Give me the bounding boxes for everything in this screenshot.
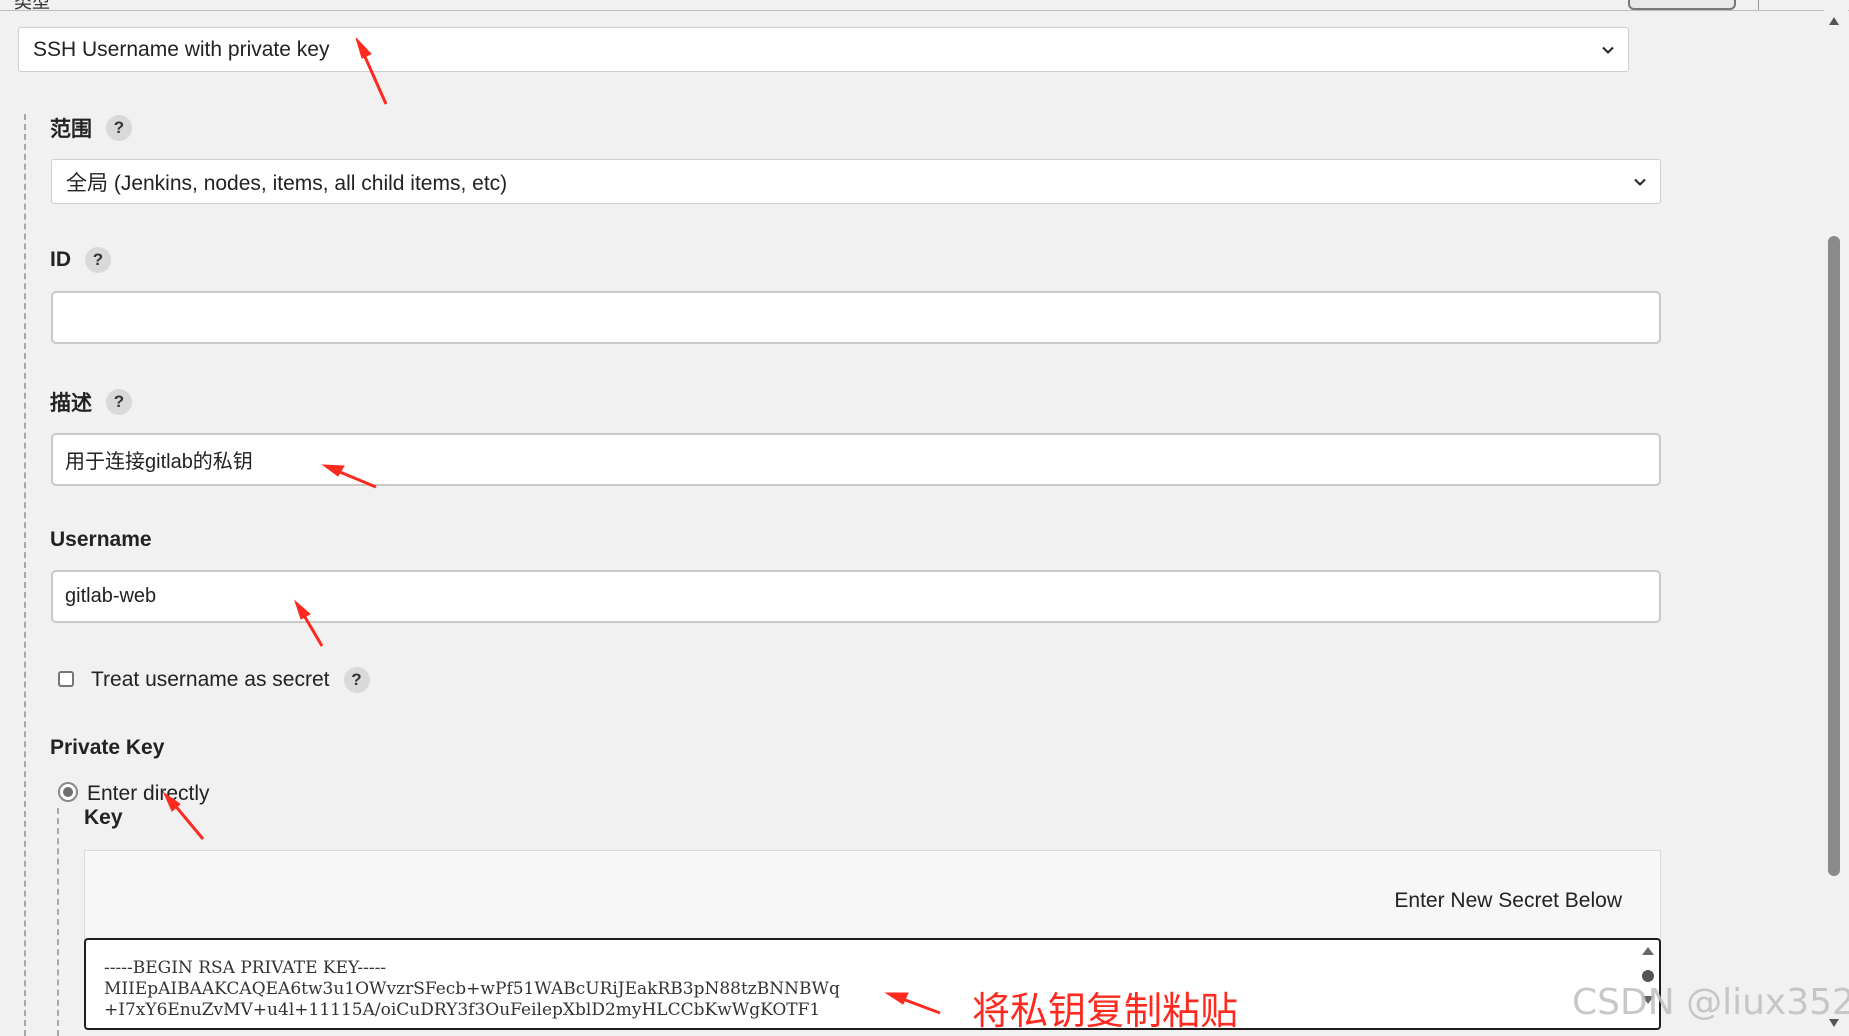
scope-select-value: 全局 (Jenkins, nodes, items, all child ite…: [66, 171, 508, 195]
chevron-down-icon: [1634, 178, 1646, 186]
divider: [1758, 0, 1759, 10]
treat-username-secret-label: Treat username as secret ?: [91, 664, 370, 696]
username-label: Username: [50, 524, 152, 556]
window-scrollbar[interactable]: [1824, 8, 1848, 1036]
scope-select[interactable]: 全局 (Jenkins, nodes, items, all child ite…: [51, 159, 1661, 204]
scope-label: 范围 ?: [50, 112, 132, 144]
username-label-text: Username: [50, 528, 152, 551]
kind-label: 类型: [14, 0, 50, 12]
kind-select[interactable]: SSH Username with private key: [18, 27, 1629, 72]
username-input[interactable]: gitlab-web: [51, 570, 1661, 623]
jenkins-credentials-form: 类型 SSH Username with private key 范围 ? 全局…: [0, 0, 1849, 1036]
top-button[interactable]: [1628, 0, 1736, 10]
description-help-icon[interactable]: ?: [106, 389, 132, 415]
scrollbar-thumb[interactable]: [1828, 236, 1840, 876]
scope-label-text: 范围: [50, 118, 92, 141]
private-key-text: -----BEGIN RSA PRIVATE KEY----- MIIEpAIB…: [104, 958, 840, 1020]
enter-directly-radio[interactable]: [58, 782, 78, 802]
treat-username-secret-checkbox[interactable]: [58, 671, 74, 687]
kind-select-value: SSH Username with private key: [33, 37, 330, 61]
annotation-text: 将私钥复制粘贴: [972, 989, 1239, 1033]
section-rail: [24, 114, 26, 1036]
treat-secret-help-icon[interactable]: ?: [343, 667, 370, 693]
id-help-icon[interactable]: ?: [85, 247, 111, 273]
description-input-value: 用于连接gitlab的私钥: [65, 451, 253, 473]
id-label: ID ?: [50, 244, 111, 276]
secret-caption: Enter New Secret Below: [1394, 889, 1622, 912]
scope-help-icon[interactable]: ?: [106, 115, 132, 141]
description-label: 描述 ?: [50, 386, 132, 418]
id-label-text: ID: [50, 248, 71, 271]
username-input-value: gitlab-web: [65, 585, 157, 607]
secret-box: Enter New Secret Below: [84, 850, 1661, 940]
private-key-textarea[interactable]: -----BEGIN RSA PRIVATE KEY----- MIIEpAIB…: [84, 938, 1661, 1030]
watermark: CSDN @liux3528: [1572, 982, 1849, 1023]
private-key-label-text: Private Key: [50, 736, 165, 759]
private-key-label: Private Key: [50, 732, 164, 764]
scroll-up-icon[interactable]: [1828, 16, 1840, 26]
description-label-text: 描述: [50, 392, 92, 415]
top-strip: 类型: [0, 0, 1849, 12]
chevron-down-icon: [1602, 46, 1614, 54]
treat-username-secret-text: Treat username as secret: [91, 668, 330, 691]
key-label: Key: [84, 803, 123, 833]
description-input[interactable]: 用于连接gitlab的私钥: [51, 433, 1661, 486]
key-rail: [57, 808, 59, 1036]
key-label-text: Key: [84, 806, 123, 829]
id-input[interactable]: [51, 291, 1661, 344]
